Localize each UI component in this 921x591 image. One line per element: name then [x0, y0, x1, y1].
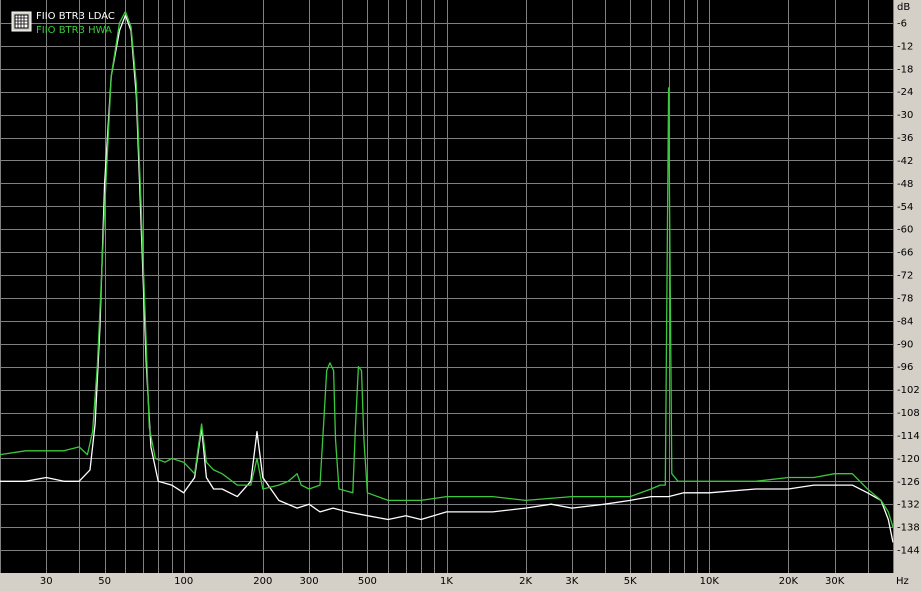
x-tick-label: 100 [174, 576, 193, 587]
y-tick-label: -30 [897, 110, 913, 121]
y-tick-label: -18 [897, 64, 913, 75]
x-tick-label: 10K [700, 576, 720, 587]
x-tick-label: 200 [253, 576, 272, 587]
y-tick-label: -132 [897, 500, 920, 511]
x-tick-label: 30K [825, 576, 845, 587]
y-tick-label: -12 [897, 41, 913, 52]
y-tick-label: -36 [897, 133, 913, 144]
y-tick-label: -72 [897, 271, 913, 282]
y-tick-label: -78 [897, 293, 913, 304]
y-tick-label: -6 [897, 18, 907, 29]
x-tick-label: 5K [624, 576, 637, 587]
y-tick-label: -138 [897, 523, 920, 534]
legend-entry-ldac: FIIO BTR3 LDAC [36, 11, 115, 22]
x-tick-label: 1K [440, 576, 453, 587]
y-axis-unit: dB [897, 2, 910, 13]
y-tick-label: -90 [897, 339, 913, 350]
spectrum-chart: -6 -12 -18 -24 -30 -36 -42 -48 -54 -60 -66 -72 -78 -8… [0, 0, 921, 591]
legend-entry-hwa: FIIO BTR3 HWA [36, 25, 112, 36]
y-tick-label: -48 [897, 179, 913, 190]
plot-area [0, 0, 893, 573]
y-tick-label: -114 [897, 431, 920, 442]
y-tick-label: -120 [897, 454, 920, 465]
y-tick-label: -84 [897, 316, 913, 327]
x-axis-unit: Hz [896, 576, 909, 587]
y-tick-label: -108 [897, 408, 920, 419]
x-tick-label: 2K [519, 576, 532, 587]
y-tick-label: -102 [897, 385, 920, 396]
x-tick-label: 3K [565, 576, 578, 587]
legend-icon [11, 11, 32, 32]
y-tick-label: -66 [897, 248, 913, 259]
y-tick-label: -24 [897, 87, 913, 98]
y-tick-label: -96 [897, 362, 913, 373]
x-tick-label: 300 [300, 576, 319, 587]
y-tick-label: -126 [897, 477, 920, 488]
y-tick-label: -54 [897, 202, 913, 213]
y-tick-label: -60 [897, 225, 913, 236]
y-tick-label: -42 [897, 156, 913, 167]
x-tick-label: 20K [779, 576, 799, 587]
x-tick-label: 30 [40, 576, 53, 587]
x-tick-label: 50 [98, 576, 111, 587]
x-tick-label: 500 [358, 576, 377, 587]
y-tick-label: -144 [897, 546, 920, 557]
